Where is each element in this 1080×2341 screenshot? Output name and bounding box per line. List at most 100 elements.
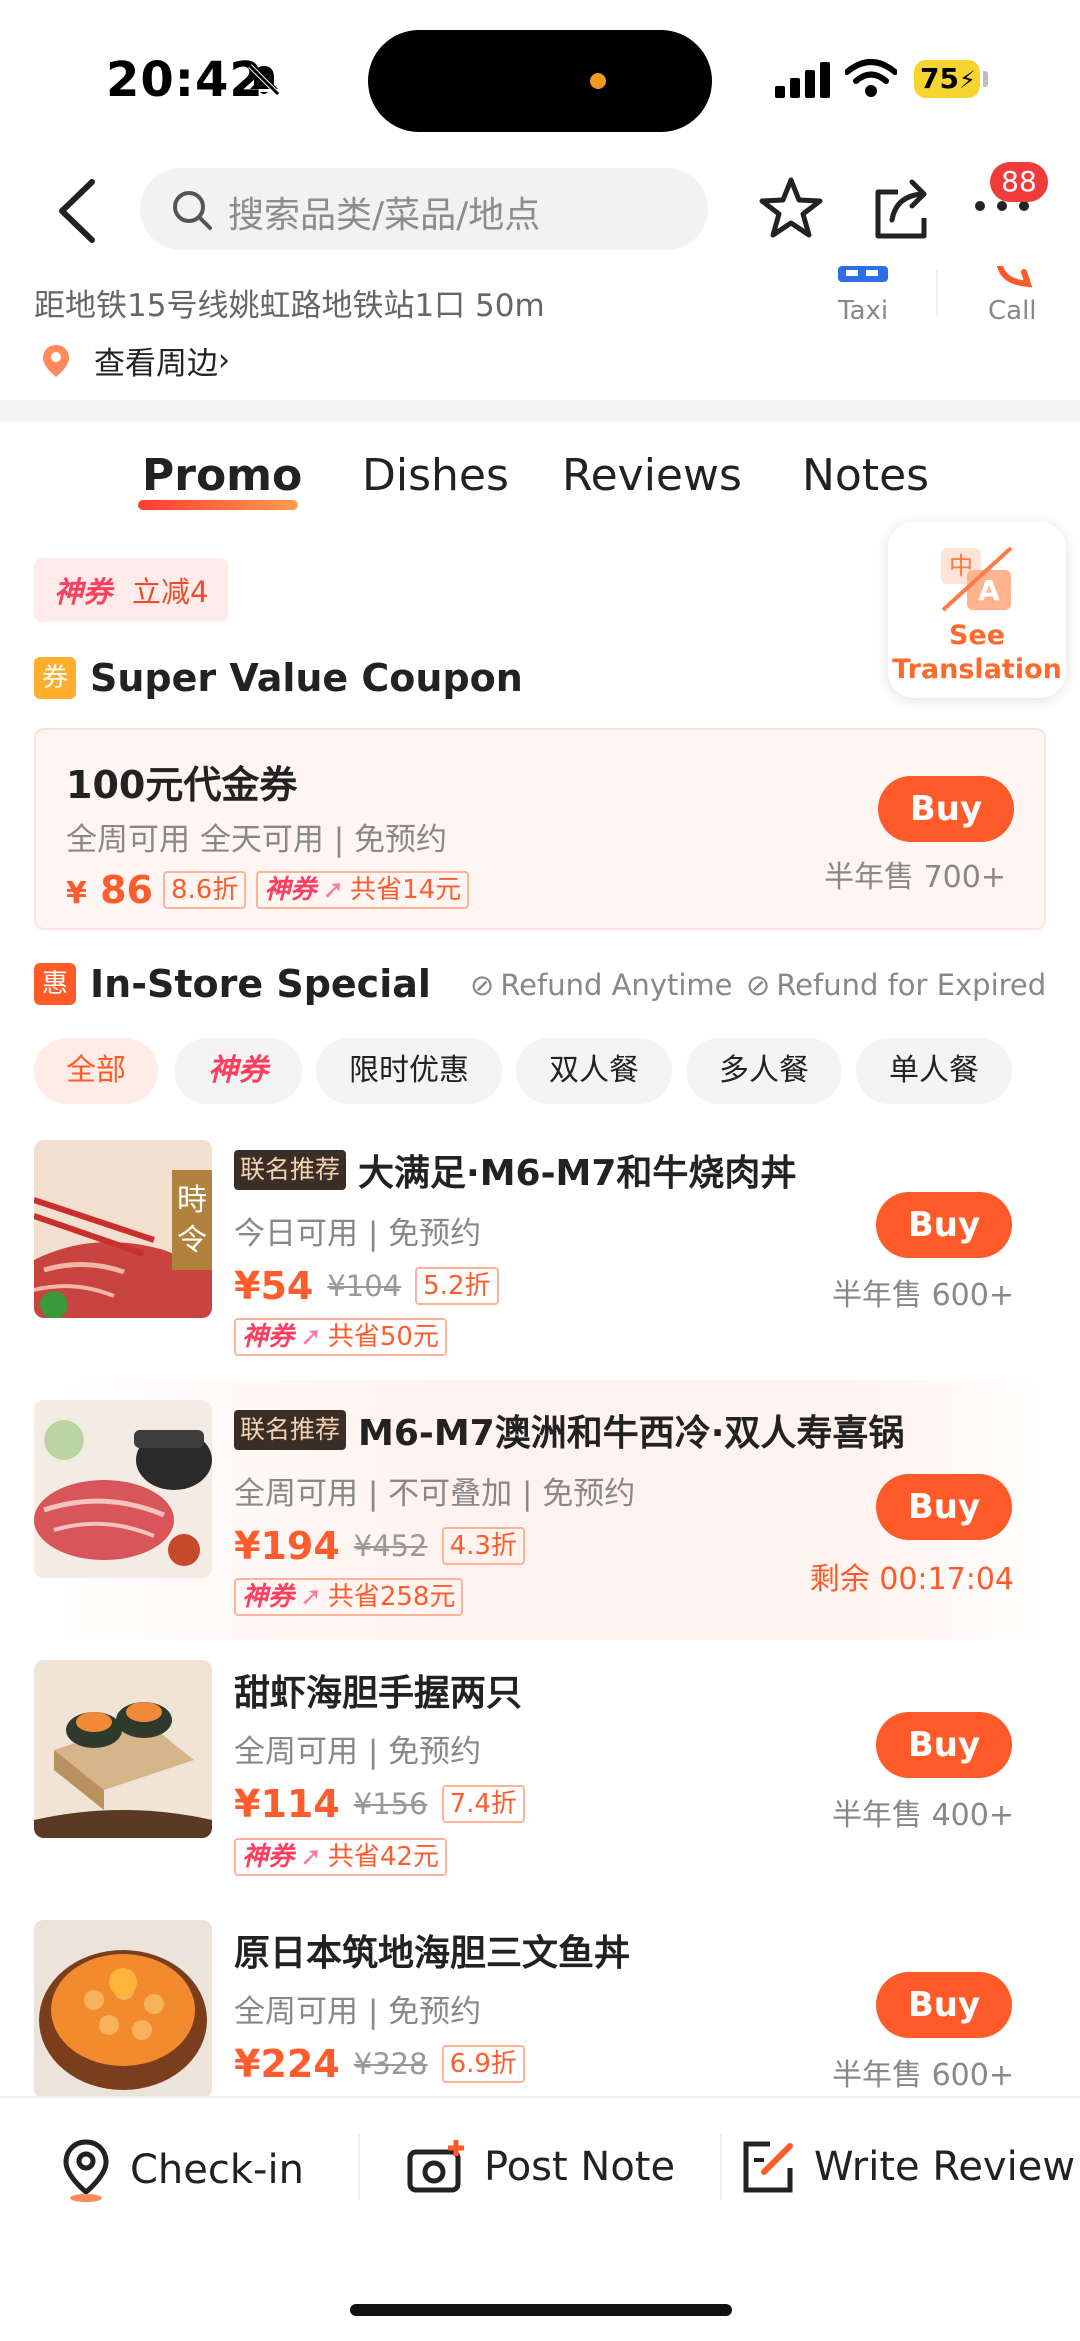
deal-3-buy-button[interactable]: Buy — [876, 1712, 1012, 1778]
deal-1-buy-button[interactable]: Buy — [876, 1192, 1012, 1258]
call-icon[interactable] — [994, 266, 1034, 288]
deal-2-savings: 神券 ➚ 共省258元 — [234, 1578, 464, 1616]
deal-1-discount: 5.2折 — [415, 1267, 499, 1305]
nearby-pin-icon — [43, 344, 69, 377]
deal-2-image[interactable] — [34, 1400, 212, 1578]
filter-shenquan[interactable]: 神券 — [174, 1038, 302, 1104]
translate-label-2: Translation — [892, 654, 1062, 685]
dynamic-island — [368, 30, 712, 132]
divider — [358, 2134, 360, 2200]
coupon-sold-count: 半年售 700+ — [824, 860, 1006, 895]
deal-2-discount: 4.3折 — [441, 1527, 525, 1565]
tab-notes[interactable]: Notes — [802, 450, 929, 501]
taxi-icon[interactable] — [838, 266, 888, 286]
coupon-title: 100元代金券 — [66, 763, 298, 807]
charging-bolt-icon: ⚡ — [958, 66, 976, 94]
edit-review-icon — [743, 2141, 793, 2193]
deal-4-original-price: ¥328 — [353, 2047, 428, 2081]
deal-2-usage: 全周可用 | 不可叠加 | 免预约 — [234, 1476, 636, 1512]
shenquan-label: 神券 — [242, 1582, 295, 1612]
deal-3-title[interactable]: 甜虾海胆手握两只 — [234, 1664, 522, 1716]
deal-2-price: ¥194 — [234, 1524, 340, 1568]
deal-2-photo — [34, 1400, 212, 1578]
signal-icon — [775, 62, 830, 98]
share-icon[interactable] — [868, 174, 938, 244]
deal-4-title[interactable]: 原日本筑地海胆三文鱼丼 — [234, 1924, 630, 1976]
deal-3-original-price: ¥156 — [353, 1787, 428, 1821]
taxi-label[interactable]: Taxi — [838, 296, 888, 326]
translate-label-1: See — [948, 620, 1006, 651]
search-input[interactable]: 搜索品类/菜品/地点 — [140, 168, 708, 250]
promo-discount-text: 立减4 — [132, 575, 209, 609]
divider — [720, 2134, 722, 2200]
filter-all[interactable]: 全部 — [34, 1038, 158, 1104]
tab-dishes[interactable]: Dishes — [362, 450, 509, 501]
deal-1-usage: 今日可用 | 免预约 — [234, 1216, 482, 1252]
deal-2-price-row: ¥194 ¥452 4.3折 — [234, 1524, 525, 1568]
deal-2-title-text: M6-M7澳洲和牛西冷·双人寿喜锅 — [358, 1413, 905, 1454]
coupon-price-value: 86 — [100, 868, 153, 912]
home-indicator[interactable] — [350, 2304, 732, 2316]
deal-1-savings: 神券 ➚ 共省50元 — [234, 1318, 447, 1356]
chevron-right-icon: › — [218, 343, 230, 378]
shenquan-label: 神券 — [54, 575, 113, 609]
refund-expired: ⊘ Refund for Expired — [746, 968, 1046, 1002]
deal-1-title-text: 大满足·M6-M7和牛烧肉丼 — [358, 1153, 797, 1194]
coupon-section-header: 券 Super Value Coupon — [34, 656, 523, 700]
deal-3-title-text: 甜虾海胆手握两只 — [234, 1673, 523, 1714]
deal-1-title[interactable]: 联名推荐 大满足·M6-M7和牛烧肉丼 — [234, 1144, 796, 1196]
deal-2-countdown: 剩余 00:17:04 — [809, 1562, 1014, 1597]
deal-3-savings: 神券 ➚ 共省42元 — [234, 1838, 447, 1876]
camera-plus-icon — [407, 2140, 464, 2193]
nearby-link[interactable]: 查看周边 › — [38, 338, 230, 383]
svg-text:A: A — [978, 574, 1000, 607]
search-icon — [173, 191, 212, 230]
deal-2-buy-button[interactable]: Buy — [876, 1474, 1012, 1540]
coupon-buy-button[interactable]: Buy — [878, 776, 1014, 842]
battery-indicator: 75⚡ — [914, 60, 980, 98]
search-placeholder: 搜索品类/菜品/地点 — [228, 195, 541, 236]
deal-3-photo — [34, 1660, 212, 1838]
savings-text: 共省14元 — [350, 875, 462, 905]
see-translation-button[interactable]: 中 A See Translation — [888, 522, 1066, 698]
coupon-discount: 8.6折 — [163, 871, 247, 909]
favorite-star-icon[interactable] — [756, 174, 826, 244]
location-pin-icon — [63, 2139, 109, 2202]
promo-tag[interactable]: 神券 立减4 — [34, 558, 229, 622]
instore-section-title: In-Store Special — [90, 962, 431, 1006]
post-note-label: Post Note — [484, 2144, 676, 2190]
back-icon[interactable] — [52, 176, 102, 246]
arrow-up-icon: ➚ — [300, 1582, 322, 1612]
write-review-button[interactable]: Write Review — [740, 2138, 1075, 2196]
arrow-up-icon: ➚ — [300, 1842, 322, 1872]
deal-1-image[interactable]: 時 令 — [34, 1140, 212, 1318]
deal-2-title[interactable]: 联名推荐 M6-M7澳洲和牛西冷·双人寿喜锅 — [234, 1404, 904, 1456]
tab-reviews[interactable]: Reviews — [562, 450, 742, 501]
deal-1-original-price: ¥104 — [327, 1269, 402, 1303]
coupon-card[interactable]: 100元代金券 全周可用 全天可用 | 免预约 ¥ 86 8.6折 神券 ➚ 共… — [34, 728, 1046, 930]
deal-4-price-row: ¥224 ¥328 6.9折 — [234, 2042, 525, 2086]
filter-limited-time[interactable]: 限时优惠 — [316, 1038, 502, 1104]
deal-4-image[interactable] — [34, 1920, 212, 2098]
deal-3-sold-count: 半年售 400+ — [832, 1798, 1014, 1833]
post-note-button[interactable]: Post Note — [406, 2138, 675, 2196]
instore-section-header: 惠 In-Store Special — [34, 962, 431, 1006]
instore-section-icon: 惠 — [34, 963, 76, 1005]
coupon-section-icon: 券 — [34, 657, 76, 699]
deal-4-sold-count: 半年售 600+ — [832, 2058, 1014, 2093]
shenquan-label: 神券 — [264, 875, 317, 905]
deal-3-image[interactable] — [34, 1660, 212, 1838]
filter-two-person[interactable]: 双人餐 — [516, 1038, 672, 1104]
arrow-up-icon: ➚ — [322, 875, 345, 905]
deal-4-buy-button[interactable]: Buy — [876, 1972, 1012, 2038]
refund-anytime: ⊘ Refund Anytime — [470, 968, 733, 1002]
tab-promo[interactable]: Promo — [142, 450, 302, 501]
filter-single-person[interactable]: 单人餐 — [856, 1038, 1012, 1104]
savings-text: 共省50元 — [327, 1322, 439, 1352]
checkin-button[interactable]: Check-in — [58, 2138, 304, 2202]
filter-multi-person[interactable]: 多人餐 — [686, 1038, 842, 1104]
deal-4-usage: 全周可用 | 免预约 — [234, 1994, 482, 2030]
savings-text: 共省258元 — [327, 1582, 456, 1612]
currency-symbol: ¥ — [66, 876, 87, 911]
call-label[interactable]: Call — [988, 296, 1037, 326]
